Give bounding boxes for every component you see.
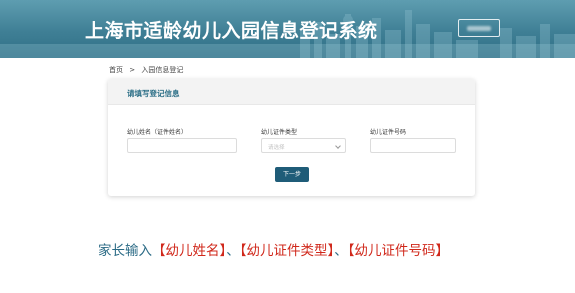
instruction-separator: 、 [226,243,240,259]
child-name-label: 幼儿姓名（证件姓名） [127,129,188,136]
form-title: 请填写登记信息 [127,89,180,98]
id-type-placeholder: 请选择 [268,145,285,151]
instruction-item-id-number: 【幼儿证件号码】 [347,243,449,259]
instruction-caption: 家长输入【幼儿姓名】、【幼儿证件类型】、【幼儿证件号码】 [98,239,449,259]
breadcrumb-home-link[interactable]: 首页 [109,66,123,74]
user-account-button[interactable] [458,19,500,37]
id-type-label: 幼儿证件类型 [261,129,298,136]
header-banner: 上海市适龄幼儿入园信息登记系统 [0,0,575,58]
blurred-username [467,26,491,31]
child-name-input[interactable] [127,138,237,153]
chevron-down-icon [335,143,341,149]
breadcrumb-current: 入园信息登记 [141,66,184,74]
instruction-item-id-type: 【幼儿证件类型】 [239,243,335,259]
id-number-label: 幼儿证件号码 [370,129,407,136]
page-title: 上海市适龄幼儿入园信息登记系统 [85,20,378,42]
next-step-button[interactable]: 下一步 [275,167,309,182]
instruction-separator: 、 [334,243,348,259]
instruction-item-name: 【幼儿姓名】 [152,243,227,259]
breadcrumb-separator: > [129,66,136,74]
form-card-header: 请填写登记信息 [108,79,475,105]
breadcrumb: 首页 > 入园信息登记 [109,65,187,75]
id-number-input[interactable] [370,138,456,153]
id-type-select[interactable]: 请选择 [261,138,346,153]
instruction-prefix: 家长输入 [98,243,152,259]
registration-form-card: 请填写登记信息 幼儿姓名（证件姓名） 幼儿证件类型 请选择 幼儿证件号码 下一步 [108,79,475,196]
